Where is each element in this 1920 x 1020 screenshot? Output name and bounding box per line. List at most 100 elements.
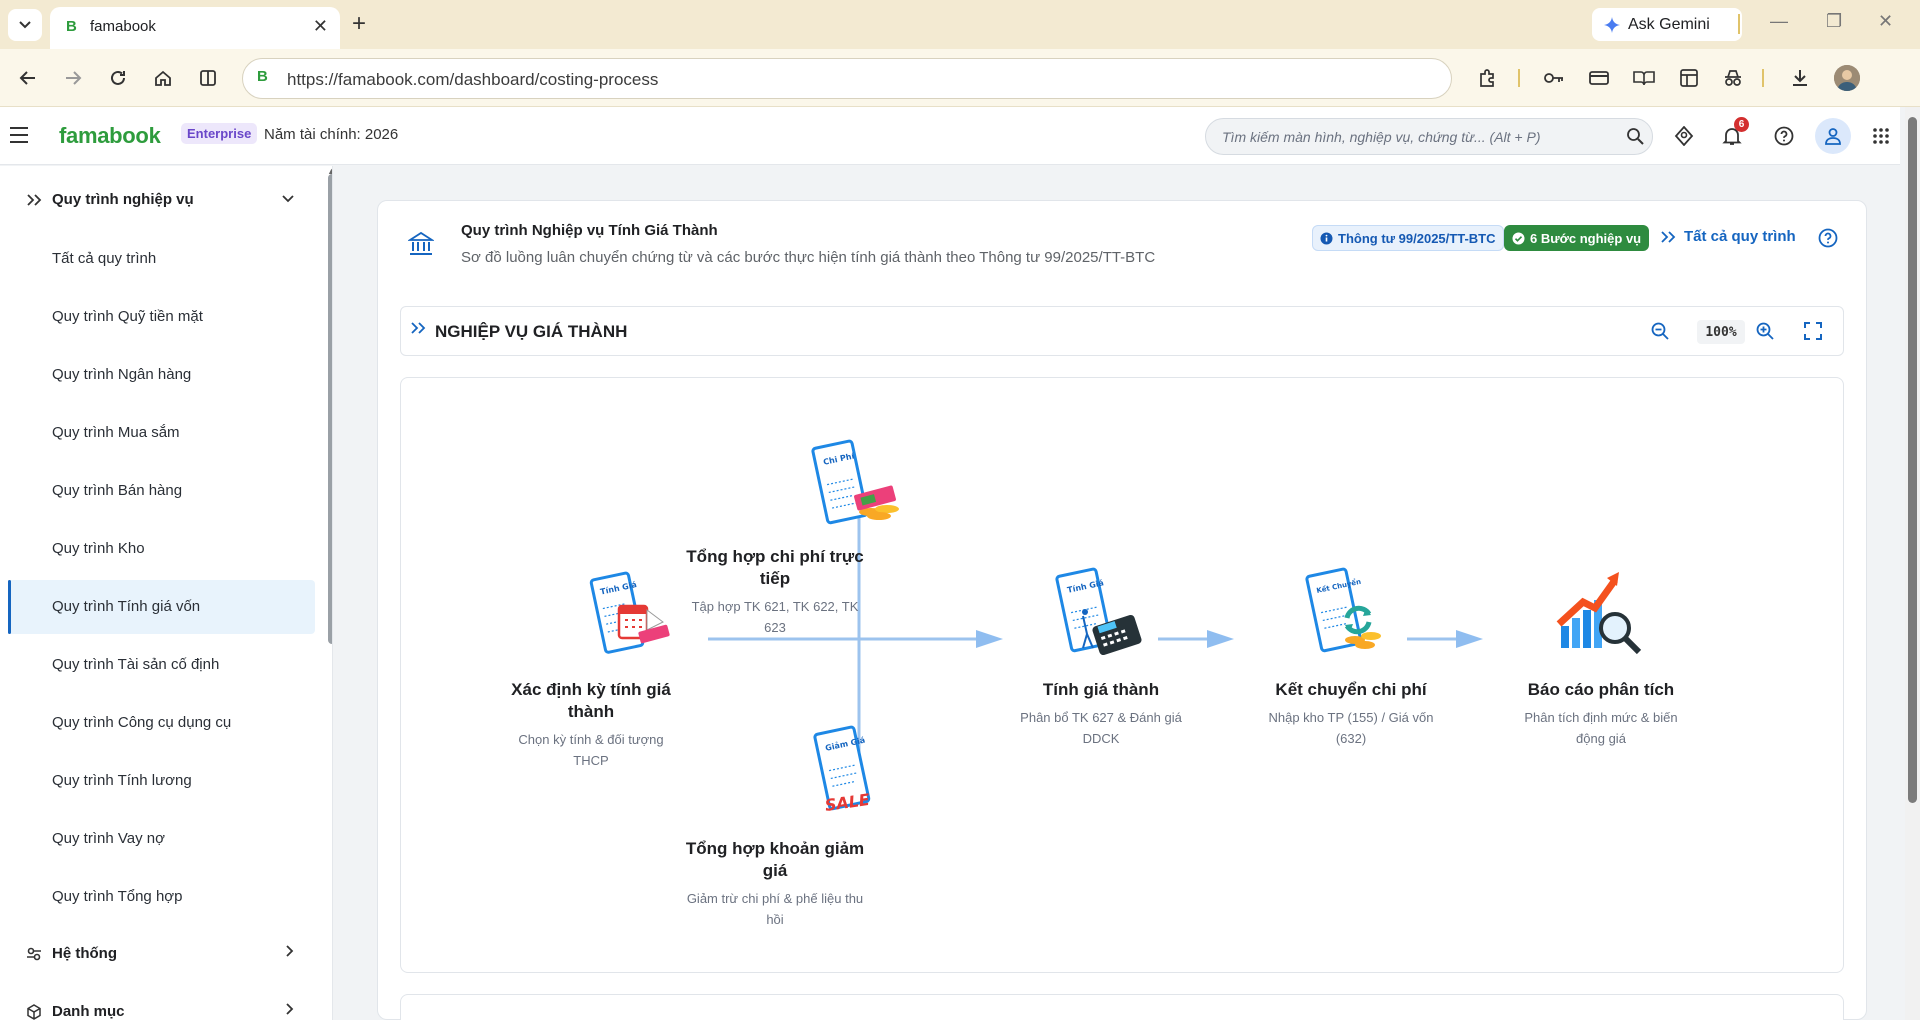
split-view-icon[interactable] [196,66,220,90]
payment-card-icon[interactable] [1586,65,1612,91]
app-logo[interactable]: famabook [59,123,161,149]
sidebar-item-label: Quy trình Tính giá vốn [52,598,201,615]
analysis-report-illustration [1553,566,1653,667]
sidebar-item-label: Quy trình Vay nợ [52,830,165,847]
sidebar-scrollbar[interactable] [328,174,332,644]
process-card: Quy trình Nghiệp vụ Tính Giá Thành Sơ đồ… [377,200,1867,1020]
menu-toggle-icon[interactable] [10,127,28,148]
sidebar-group-label: Hệ thống [52,945,117,962]
location-diamond-icon[interactable] [1672,124,1696,148]
forward-icon[interactable] [61,66,85,90]
ask-gemini-button[interactable]: Ask Gemini [1592,8,1742,41]
sidebar-item-warehouse[interactable]: Quy trình Kho [8,522,315,576]
sidebar-item-all-processes[interactable]: Tất cả quy trình [8,232,315,286]
password-key-icon[interactable] [1541,65,1567,91]
gemini-icon [1604,16,1620,33]
tab-search-button[interactable] [8,9,42,41]
sidebar-group-processes[interactable]: Quy trình nghiệp vụ [0,176,318,224]
sidebar-item-loans[interactable]: Quy trình Vay nợ [8,812,315,866]
browser-tab[interactable]: B famabook ✕ [50,7,340,49]
home-icon[interactable] [151,66,175,90]
global-search-input[interactable]: Tìm kiếm màn hình, nghiệp vụ, chứng từ..… [1205,118,1653,155]
minimize-icon[interactable]: — [1770,11,1788,32]
address-bar[interactable]: B https://famabook.com/dashboard/costing… [242,58,1452,99]
extensions-icon[interactable] [1474,65,1500,91]
incognito-icon[interactable] [1720,65,1746,91]
sidebar-item-cash[interactable]: Quy trình Quỹ tiền mặt [8,290,315,344]
sidebar-item-purchasing[interactable]: Quy trình Mua sắm [8,406,315,460]
node-title: Xác định kỳ tính giá thành [511,680,671,721]
bank-icon [406,231,436,262]
process-diagram: Tính Giá Xác định kỳ tính giá thành Chọn… [400,377,1844,973]
fiscal-year-label[interactable]: Năm tài chính: 2026 [264,126,398,143]
close-tab-icon[interactable]: ✕ [313,16,328,37]
sidebar-group-catalog[interactable]: Danh mục [0,988,318,1020]
site-info-icon[interactable]: B [257,68,268,85]
node-title: Kết chuyển chi phí [1275,680,1427,699]
zoom-in-icon[interactable] [1755,321,1775,346]
download-icon[interactable] [1787,65,1813,91]
sidebar-item-payroll[interactable]: Quy trình Tính lương [8,754,315,808]
sidebar-item-bank[interactable]: Quy trình Ngân hàng [8,348,315,402]
browser-toolbar: B https://famabook.com/dashboard/costing… [0,49,1920,107]
steps-badge-label: 6 Bước nghiệp vụ [1530,230,1642,246]
toolbar-divider-2 [1762,69,1764,87]
restore-icon[interactable]: ❐ [1826,11,1842,32]
sidebar-item-general[interactable]: Quy trình Tổng hợp [8,870,315,924]
node-desc: Giảm trừ chi phí & phế liệu thu hồi [686,891,864,927]
double-chevron-icon [410,321,426,339]
user-avatar-button[interactable] [1815,118,1851,154]
help-icon[interactable] [1772,124,1796,148]
node-calculate-cost[interactable]: Tính giá thành Phân bổ TK 627 & Đánh giá… [1011,679,1191,749]
section-title: NGHIỆP VỤ GIÁ THÀNH [435,322,628,341]
all-processes-label: Tất cả quy trình [1684,228,1796,245]
steps-badge: 6 Bước nghiệp vụ [1504,225,1650,251]
help-circle-icon[interactable] [1818,228,1838,253]
node-define-period[interactable]: Xác định kỳ tính giá thành Chọn kỳ tính … [501,679,681,771]
info-icon [1320,232,1333,244]
sidebar-item-label: Quy trình Bán hàng [52,482,183,499]
node-title: Báo cáo phân tích [1527,680,1675,699]
arrow-head [1207,630,1234,648]
node-title: Tổng hợp chi phí trực tiếp [686,547,864,588]
node-analysis-report[interactable]: Báo cáo phân tích Phân tích định mức & b… [1511,679,1691,749]
sidebar: Quy trình nghiệp vụ Tất cả quy trình Quy… [0,166,333,1020]
browser-profile-avatar[interactable] [1834,65,1860,91]
sidebar-item-tools[interactable]: Quy trình Công cụ dụng cụ [8,696,315,750]
sidebar-group-system[interactable]: Hệ thống [0,930,318,978]
close-window-icon[interactable]: ✕ [1878,11,1893,32]
sidebar-item-costing[interactable]: Quy trình Tính giá vốn [8,580,315,634]
apps-grid-icon[interactable] [1869,124,1893,148]
browser-tab-bar: B famabook ✕ + Ask Gemini — ❐ ✕ [0,0,1920,49]
tab-grid-icon[interactable] [1676,65,1702,91]
arrow-head [1456,630,1483,648]
reload-icon[interactable] [106,66,130,90]
sidebar-group-label: Quy trình nghiệp vụ [52,191,194,208]
arrow-head [976,630,1003,648]
main-scrollbar-thumb[interactable] [1908,117,1917,803]
direct-costs-illustration: Chi Phí [809,438,909,535]
notification-count-badge: 6 [1734,117,1749,132]
zoom-out-icon[interactable] [1650,321,1670,346]
sidebar-item-fixed-assets[interactable]: Quy trình Tài sản cố định [8,638,315,692]
sidebar-item-sales[interactable]: Quy trình Bán hàng [8,464,315,518]
discounts-illustration: Giảm Giá SALE [811,724,907,821]
double-chevron-icon [1661,230,1676,243]
fullscreen-icon[interactable] [1803,321,1823,346]
reading-mode-icon[interactable] [1631,65,1657,91]
plan-badge: Enterprise [181,123,258,144]
search-icon[interactable] [1626,127,1644,150]
url-text: https://famabook.com/dashboard/costing-p… [287,70,659,89]
sidebar-item-label: Quy trình Quỹ tiền mặt [52,308,203,325]
tab-title: famabook [90,18,156,35]
chevron-down-icon [282,190,294,206]
app-header: famabook Enterprise Năm tài chính: 2026 … [0,107,1900,165]
node-transfer-costs[interactable]: Kết chuyển chi phí Nhập kho TP (155) / G… [1261,679,1441,749]
back-icon[interactable] [16,66,40,90]
main-scrollbar[interactable] [1905,107,1920,1020]
all-processes-link[interactable]: Tất cả quy trình [1660,228,1796,245]
new-tab-button[interactable]: + [352,10,366,38]
node-direct-costs[interactable]: Tổng hợp chi phí trực tiếp Tập hợp TK 62… [685,546,865,638]
notification-bell-icon[interactable]: 6 [1720,117,1749,148]
node-discounts[interactable]: Tổng hợp khoản giảm giá Giảm trừ chi phí… [685,838,865,930]
